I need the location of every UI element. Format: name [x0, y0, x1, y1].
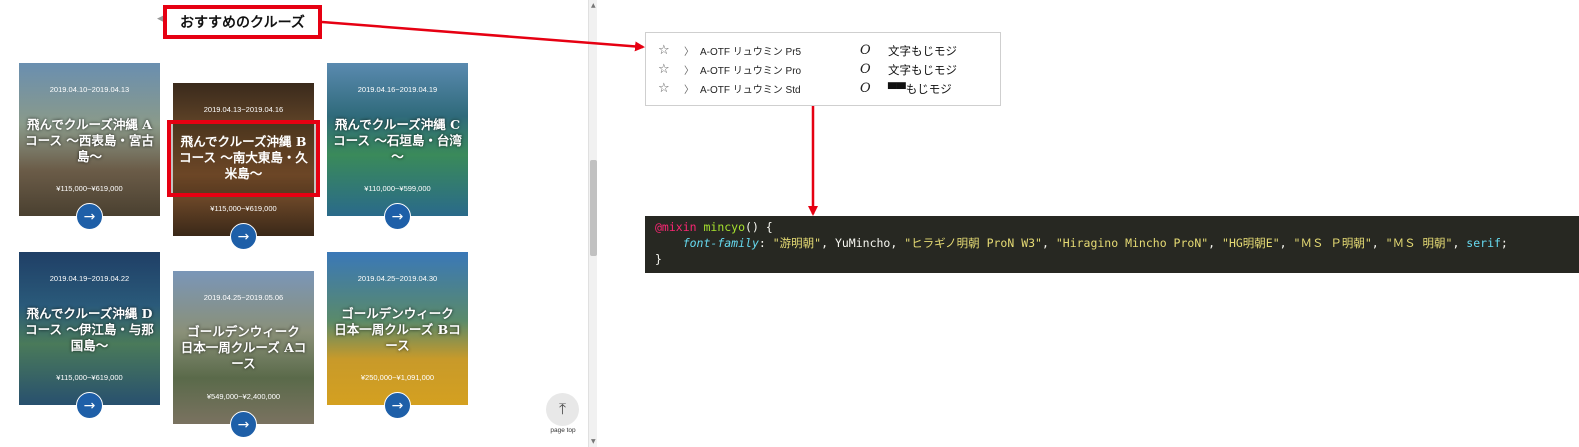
star-icon[interactable]: ☆: [658, 62, 670, 77]
card-date: 2019.04.10~2019.04.13: [49, 85, 130, 94]
code-generic-family: serif: [1466, 236, 1501, 250]
opentype-icon: O: [860, 62, 871, 77]
scroll-thumb[interactable]: [590, 160, 597, 256]
opentype-icon: O: [860, 43, 871, 58]
card-title: ゴールデンウィーク 日本一周クルーズ Aコース: [180, 324, 307, 371]
chevron-right-icon[interactable]: 〉: [684, 43, 694, 58]
card-price: ¥115,000~¥619,000: [56, 184, 123, 193]
card-price: ¥110,000~¥599,000: [364, 184, 431, 193]
font-sample: ▀▀もじモジ: [888, 81, 952, 96]
card-title: ゴールデンウィーク 日本一周クルーズ Bコース: [334, 306, 461, 353]
font-name: A-OTF リュウミン Pr5: [700, 47, 802, 58]
card-price: ¥549,000~¥2,400,000: [206, 392, 281, 401]
code-keyword: @mixin: [655, 220, 697, 234]
card-arrow-button[interactable]: →: [230, 223, 257, 250]
opentype-icon: O: [860, 81, 871, 96]
code-text: ,: [1208, 236, 1223, 250]
page-top-button[interactable]: ⤒: [546, 393, 579, 426]
cruise-card-a[interactable]: 2019.04.10~2019.04.13 飛んでクルーズ沖縄 Aコース ～西表…: [19, 63, 160, 230]
star-icon[interactable]: ☆: [658, 81, 670, 96]
page-top-label: page top: [550, 427, 576, 434]
code-text: ,: [1279, 236, 1294, 250]
scroll-down-icon[interactable]: ▼: [591, 438, 596, 445]
font-list-panel: ☆ 〉 A-OTF リュウミン Pr5 O 文字もじモジ ☆ 〉 A-OTF リ…: [645, 32, 1001, 106]
cruise-card-gw-a[interactable]: 2019.04.25~2019.05.06 ゴールデンウィーク 日本一周クルーズ…: [173, 271, 314, 438]
font-row[interactable]: ☆ 〉 A-OTF リュウミン Pro O 文字もじモジ: [646, 60, 1002, 79]
card-price: ¥115,000~¥619,000: [210, 204, 277, 213]
code-string: "ＭＳ Ｐ明朝": [1293, 236, 1372, 250]
code-text: :: [758, 236, 773, 250]
chevron-right-icon[interactable]: 〉: [684, 62, 694, 77]
code-text: ,: [821, 236, 835, 250]
code-text: YuMincho: [834, 236, 891, 250]
cruise-card-gw-b[interactable]: 2019.04.25~2019.04.30 ゴールデンウィーク 日本一周クルーズ…: [327, 252, 468, 419]
code-text: ,: [1371, 236, 1386, 250]
code-string: "游明朝": [772, 236, 822, 250]
code-string: "ヒラギノ明朝 ProN W3": [904, 236, 1042, 250]
code-text: ,: [890, 236, 905, 250]
code-text: ,: [1452, 236, 1467, 250]
code-string: "ＭＳ 明朝": [1385, 236, 1453, 250]
card-arrow-button[interactable]: →: [230, 411, 257, 438]
font-sample: 文字もじモジ: [888, 62, 957, 77]
code-mixin-name: mincyo: [703, 220, 746, 234]
card-date: 2019.04.25~2019.05.06: [203, 293, 284, 302]
card-arrow-button[interactable]: →: [384, 203, 411, 230]
code-text: ;: [1500, 236, 1508, 250]
code-string: "Hiragino Mincho ProN": [1055, 236, 1209, 250]
code-text: () {: [745, 220, 773, 234]
card-title: 飛んでクルーズ沖縄 Bコース ～南大東島・久米島～: [179, 134, 308, 181]
scrollbar[interactable]: ▲ ▼: [588, 0, 597, 447]
card-date: 2019.04.19~2019.04.22: [49, 274, 130, 283]
card-title: 飛んでクルーズ沖縄 Cコース ～石垣島・台湾～: [333, 117, 462, 164]
star-icon[interactable]: ☆: [658, 43, 670, 58]
card-arrow-button[interactable]: →: [384, 392, 411, 419]
chevron-right-icon[interactable]: 〉: [684, 81, 694, 96]
scroll-up-icon[interactable]: ▲: [591, 2, 596, 9]
cruise-card-d[interactable]: 2019.04.19~2019.04.22 飛んでクルーズ沖縄 Dコース ～伊江…: [19, 252, 160, 419]
font-name: A-OTF リュウミン Std: [700, 85, 801, 96]
card-arrow-button[interactable]: →: [76, 392, 103, 419]
font-row[interactable]: ☆ 〉 A-OTF リュウミン Std O ▀▀もじモジ: [646, 79, 1002, 98]
font-sample: 文字もじモジ: [888, 43, 957, 58]
highlight-box: 飛んでクルーズ沖縄 Bコース ～南大東島・久米島～: [167, 120, 320, 197]
website-pane: ◀ おすすめのクルーズ 2019.04.10~2019.04.13 飛んでクルー…: [0, 0, 597, 447]
card-date: 2019.04.16~2019.04.19: [357, 85, 438, 94]
card-date: 2019.04.13~2019.04.16: [203, 105, 284, 114]
card-price: ¥115,000~¥619,000: [56, 373, 123, 382]
card-price: ¥250,000~¥1,091,000: [360, 373, 435, 382]
code-property: font-family: [682, 236, 759, 250]
code-text: }: [655, 252, 662, 266]
font-name: A-OTF リュウミン Pro: [700, 66, 802, 77]
font-row[interactable]: ☆ 〉 A-OTF リュウミン Pr5 O 文字もじモジ: [646, 41, 1002, 60]
card-title: 飛んでクルーズ沖縄 Aコース ～西表島・宮古島～: [25, 117, 154, 164]
scss-code-block: @mixin mincyo() { font-family: "游明朝", Yu…: [645, 216, 1579, 273]
code-string: "HG明朝E": [1222, 236, 1280, 250]
cruise-card-c[interactable]: 2019.04.16~2019.04.19 飛んでクルーズ沖縄 Cコース ～石垣…: [327, 63, 468, 230]
card-title: 飛んでクルーズ沖縄 Dコース ～伊江島・与那国島～: [25, 306, 154, 353]
code-text: ,: [1041, 236, 1056, 250]
recommended-cruises-heading: おすすめのクルーズ: [163, 5, 322, 39]
card-date: 2019.04.25~2019.04.30: [357, 274, 438, 283]
card-arrow-button[interactable]: →: [76, 203, 103, 230]
